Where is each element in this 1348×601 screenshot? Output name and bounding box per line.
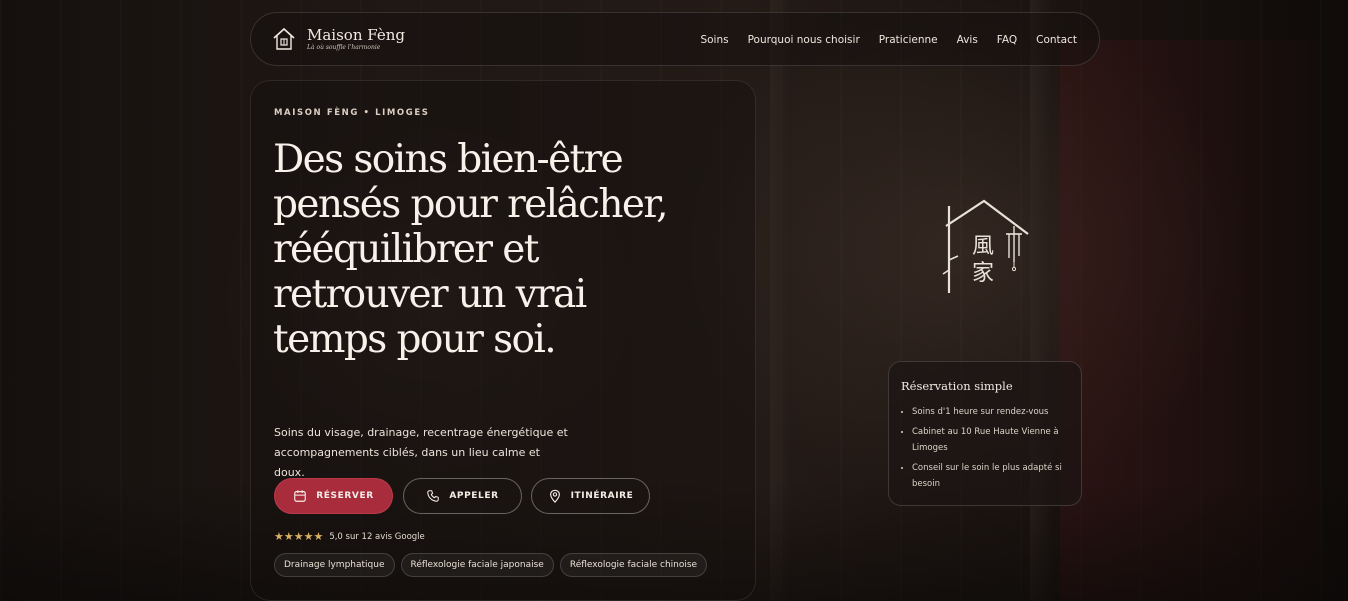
brand-tagline: Là où souffle l'harmonie xyxy=(307,44,381,51)
nav-link-praticienne[interactable]: Praticienne xyxy=(879,34,938,46)
nav-links: Soins Pourquoi nous choisir Praticienne … xyxy=(700,13,1077,67)
google-rating: ★★★★★ 5,0 sur 12 avis Google xyxy=(274,530,425,543)
brand[interactable]: Maison Fèng Là où souffle l'harmonie xyxy=(307,26,405,51)
reservation-title: Réservation simple xyxy=(901,379,1013,393)
hero-headline: Des soins bien-être pensés pour relâcher… xyxy=(273,137,669,362)
map-pin-icon xyxy=(549,489,560,503)
reservation-card: Réservation simple Soins d'1 heure sur r… xyxy=(888,361,1082,506)
rating-text: 5,0 sur 12 avis Google xyxy=(329,531,425,542)
emblem-char-feng: 風 xyxy=(972,234,994,259)
call-button-label: APPELER xyxy=(449,491,499,501)
star-rating-icon: ★★★★★ xyxy=(274,530,324,543)
nav-link-faq[interactable]: FAQ xyxy=(997,34,1017,46)
directions-button[interactable]: ITINÉRAIRE xyxy=(531,478,650,514)
reservation-item: Cabinet au 10 Rue Haute Vienne à Limoges xyxy=(912,424,1088,456)
reservation-item: Conseil sur le soin le plus adapté si be… xyxy=(912,460,1088,492)
hero-subtitle: Soins du visage, drainage, recentrage én… xyxy=(274,426,568,479)
phone-icon xyxy=(427,490,440,502)
emblem-char-jia: 家 xyxy=(972,261,994,286)
chip-reflexologie-japonaise[interactable]: Réflexologie faciale japonaise xyxy=(400,553,554,577)
house-emblem-icon: 風 家 xyxy=(942,199,1029,293)
chip-reflexologie-chinoise[interactable]: Réflexologie faciale chinoise xyxy=(559,553,708,577)
house-logo-icon[interactable] xyxy=(271,26,297,52)
nav-link-pourquoi[interactable]: Pourquoi nous choisir xyxy=(748,34,860,46)
reserve-button-label: RÉSERVER xyxy=(316,491,374,501)
nav-link-contact[interactable]: Contact xyxy=(1036,34,1077,46)
reserve-button[interactable]: RÉSERVER xyxy=(274,478,393,514)
directions-button-label: ITINÉRAIRE xyxy=(570,491,634,501)
nav-link-soins[interactable]: Soins xyxy=(700,34,728,46)
reservation-item: Soins d'1 heure sur rendez-vous xyxy=(912,404,1088,420)
top-navigation: Maison Fèng Là où souffle l'harmonie Soi… xyxy=(250,12,1100,66)
hero-eyebrow: MAISON FÈNG • LIMOGES xyxy=(274,108,430,118)
hero-card: MAISON FÈNG • LIMOGES Des soins bien-êtr… xyxy=(250,80,756,601)
nav-link-avis[interactable]: Avis xyxy=(957,34,978,46)
reservation-list: Soins d'1 heure sur rendez-vous Cabinet … xyxy=(899,404,1088,496)
service-chips: Drainage lymphatique Réflexologie facial… xyxy=(274,553,708,577)
chip-drainage[interactable]: Drainage lymphatique xyxy=(274,553,395,577)
calendar-icon xyxy=(294,490,307,502)
brand-name: Maison Fèng xyxy=(307,26,405,44)
call-button[interactable]: APPELER xyxy=(403,478,522,514)
